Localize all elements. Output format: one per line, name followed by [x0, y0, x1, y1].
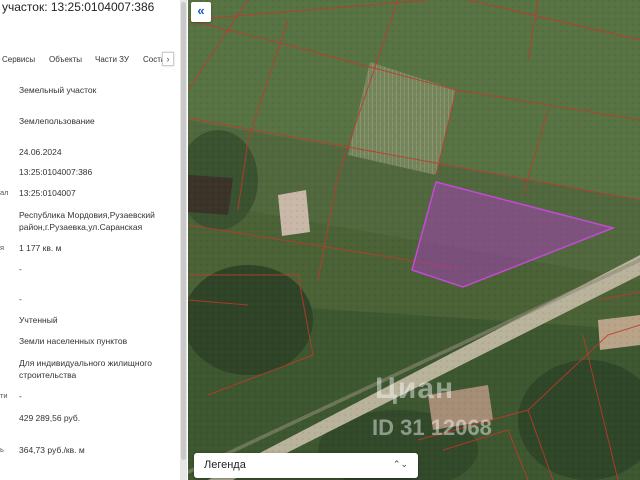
row-value-area: 1 177 кв. м: [19, 243, 62, 253]
chevron-right-icon[interactable]: ›: [162, 52, 174, 66]
watermark-logo: Циан: [375, 372, 455, 405]
double-chevron-left-icon[interactable]: «: [191, 2, 211, 22]
row-value-address: Республика Мордовия,Рузаевский район,г.Р…: [19, 210, 155, 232]
info-panel: участок: 13:25:0104007:386 Сервисы Объек…: [0, 0, 188, 480]
row-value-date: 24.06.2024: [19, 147, 62, 157]
satellite-map: [188, 0, 640, 480]
panel-scrollbar-thumb[interactable]: [181, 2, 186, 460]
row-value-price-per-sqm: 364,73 руб./кв. м: [19, 445, 85, 455]
tab-objects[interactable]: Объекты: [49, 55, 82, 64]
row-label: ти: [0, 391, 8, 400]
row-value-kind: Землепользование: [19, 116, 95, 126]
row-value-empty-2: -: [19, 294, 22, 304]
chevron-up-down-icon: ⌃⌄: [392, 459, 408, 469]
row-value-cadastral-number: 13:25:0104007:386: [19, 167, 93, 177]
map-view[interactable]: [188, 0, 640, 480]
tab-parcel-parts[interactable]: Части ЗУ: [95, 55, 129, 64]
row-value-empty-3: -: [19, 391, 22, 401]
watermark-id: ID 31 12068: [372, 415, 492, 440]
row-value-permitted-use: Для индивидуального жилищного строительс…: [19, 358, 152, 380]
panel-title: участок: 13:25:0104007:386: [2, 0, 155, 14]
row-value-category: Земли населенных пунктов: [19, 336, 128, 346]
row-value-status: Учтенный: [19, 315, 58, 325]
row-label: я: [0, 243, 5, 252]
row-label: ь: [0, 445, 4, 454]
row-value-empty-1: -: [19, 264, 22, 274]
tab-bar: Сервисы Объекты Части ЗУ Соста: [0, 50, 188, 68]
row-value-quarter: 13:25:0104007: [19, 188, 76, 198]
legend-dropdown[interactable]: Легенда ⌃⌄: [194, 453, 418, 478]
row-value-cadastral-value: 429 289,56 руб.: [19, 413, 81, 423]
row-label: ал: [0, 188, 9, 197]
row-value-object-type: Земельный участок: [19, 85, 97, 95]
legend-label: Легенда: [204, 459, 246, 471]
tab-services[interactable]: Сервисы: [2, 55, 35, 64]
